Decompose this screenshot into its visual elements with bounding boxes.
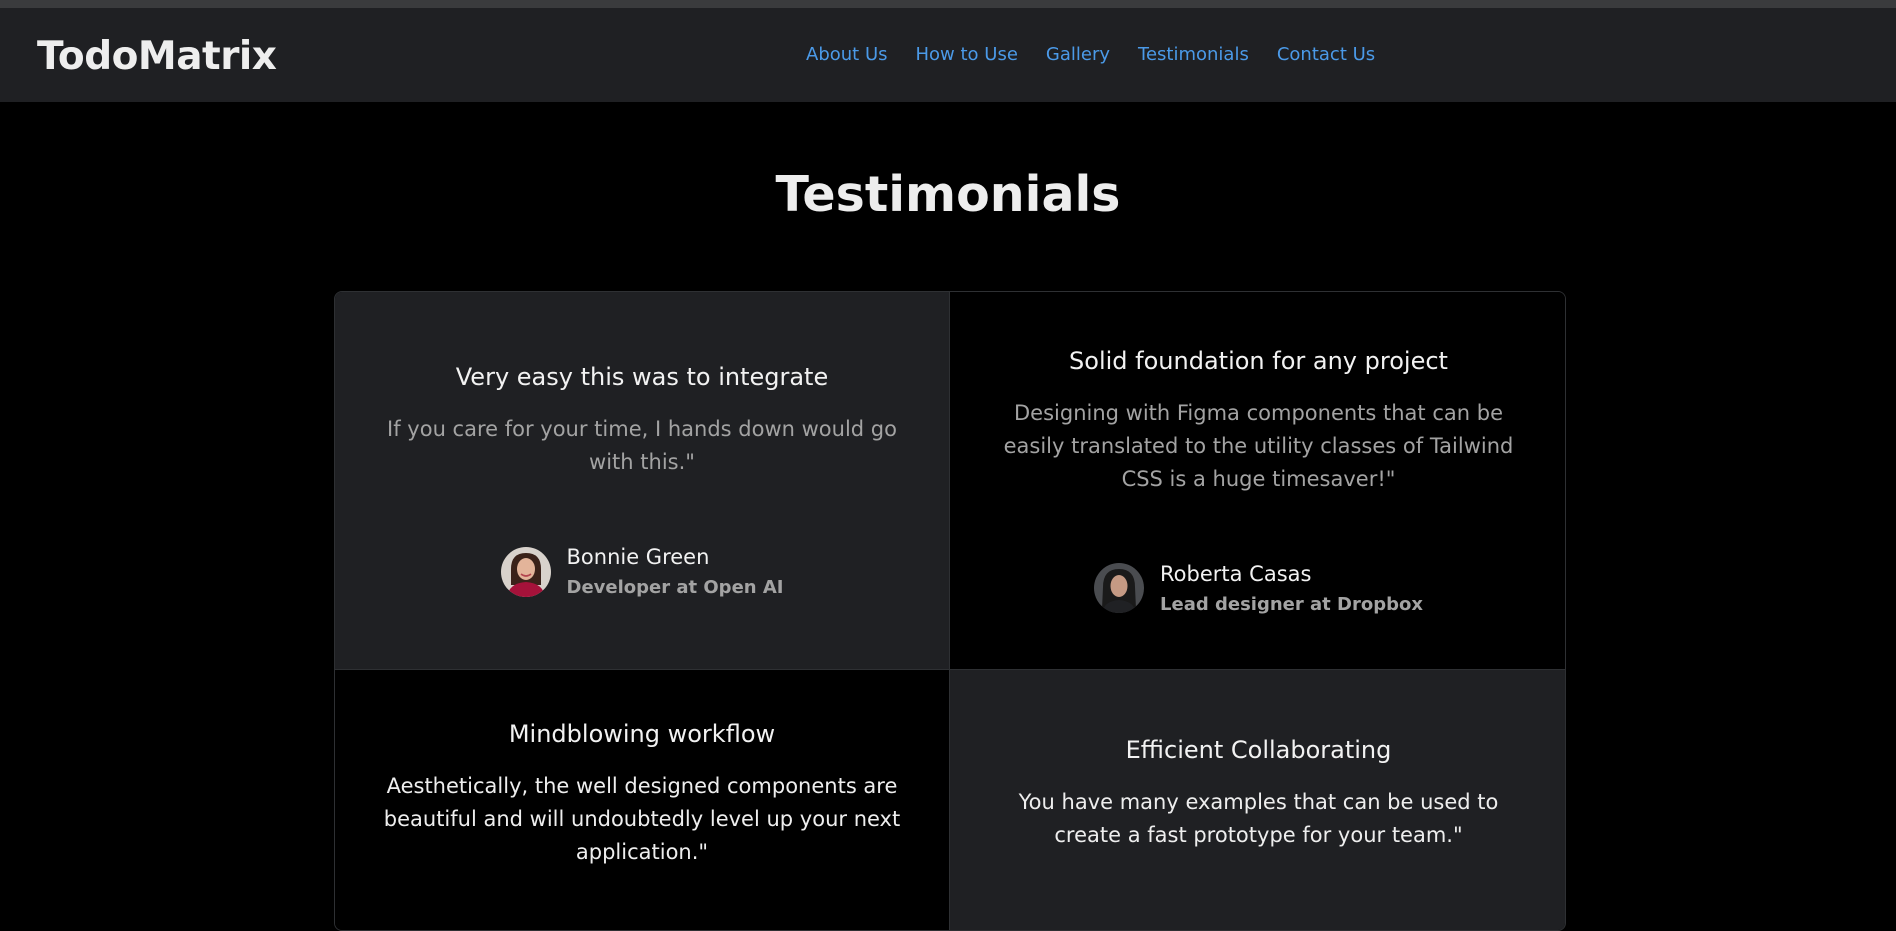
testimonial-quote: Designing with Figma components that can… xyxy=(1003,400,1514,491)
browser-top-strip xyxy=(0,0,1896,8)
nav-link-testimonials[interactable]: Testimonials xyxy=(1138,44,1249,65)
testimonial-card: Solid foundation for any project Designi… xyxy=(950,292,1565,670)
testimonial-author: Roberta Casas Lead designer at Dropbox xyxy=(1094,562,1423,615)
avatar-icon xyxy=(1094,563,1145,613)
page-title: Testimonials xyxy=(775,166,1121,223)
testimonial-quote: If you care for your time, I hands down … xyxy=(387,417,897,474)
nav-links: About Us How to Use Gallery Testimonials… xyxy=(806,44,1403,65)
testimonial-title: Mindblowing workflow xyxy=(508,720,776,748)
testimonial-quote: You have many examples that can be used … xyxy=(1018,790,1499,847)
testimonial-card: Efficient Collaborating You have many ex… xyxy=(950,670,1565,930)
testimonial-quote: Aesthetically, the well designed compone… xyxy=(383,774,901,864)
author-role: Developer at Open AI xyxy=(566,577,784,598)
nav-link-how-to-use[interactable]: How to Use xyxy=(916,44,1018,65)
testimonial-title: Solid foundation for any project xyxy=(1069,346,1448,375)
brand-logo[interactable]: TodoMatrix xyxy=(37,34,277,79)
author-name: Roberta Casas xyxy=(1160,561,1312,586)
navbar: TodoMatrix About Us How to Use Gallery T… xyxy=(0,8,1896,102)
testimonial-author: Bonnie Green Developer at Open AI xyxy=(500,545,784,598)
author-name: Bonnie Green xyxy=(566,545,710,569)
nav-link-about-us[interactable]: About Us xyxy=(806,44,888,65)
testimonial-card: Very easy this was to integrate If you c… xyxy=(335,292,950,670)
testimonial-card: Mindblowing workflow Aesthetically, the … xyxy=(335,670,950,930)
testimonial-title: Efficient Collaborating xyxy=(1125,736,1392,764)
nav-link-contact-us[interactable]: Contact Us xyxy=(1277,44,1375,65)
avatar-icon xyxy=(500,546,551,597)
testimonial-title: Very easy this was to integrate xyxy=(455,363,829,391)
testimonials-grid: Very easy this was to integrate If you c… xyxy=(334,291,1566,931)
author-role: Lead designer at Dropbox xyxy=(1160,593,1423,615)
nav-link-gallery[interactable]: Gallery xyxy=(1046,44,1110,65)
